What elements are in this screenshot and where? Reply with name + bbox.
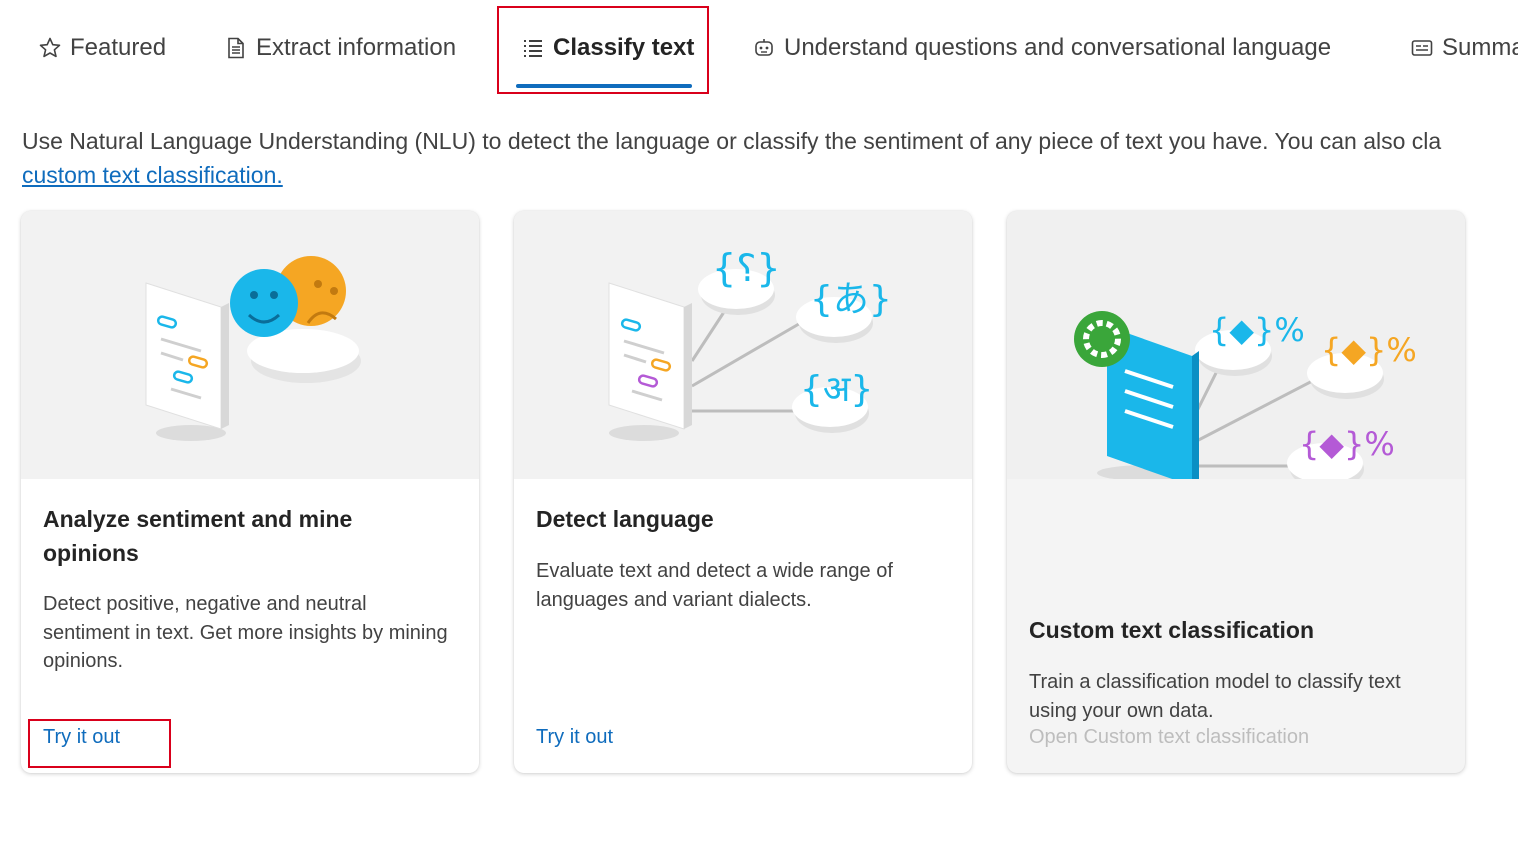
tab-featured[interactable]: Featured bbox=[38, 30, 166, 66]
tab-bar: Featured Extract information Classify te… bbox=[0, 0, 1518, 95]
card-analyze-sentiment: Analyze sentiment and mine opinions Dete… bbox=[21, 211, 479, 773]
try-it-out-link[interactable]: Try it out bbox=[536, 726, 613, 749]
card-detect-language: {؟} {あ} {अ} Detect language Evaluate tex… bbox=[514, 211, 972, 773]
svg-text:{あ}: {あ} bbox=[810, 279, 892, 320]
svg-text:{◆}%: {◆}% bbox=[1321, 331, 1417, 369]
tab-summarize[interactable]: Summa bbox=[1410, 30, 1518, 66]
tab-label: Summa bbox=[1442, 34, 1518, 61]
svg-text:{؟}: {؟} bbox=[712, 246, 781, 290]
language-detection-illustration: {؟} {あ} {अ} bbox=[514, 211, 972, 479]
tab-extract-information[interactable]: Extract information bbox=[224, 30, 456, 66]
tab-understand-questions[interactable]: Understand questions and conversational … bbox=[752, 30, 1331, 66]
document-icon bbox=[224, 36, 248, 60]
card-title: Detect language bbox=[536, 506, 714, 532]
card-title: Analyze sentiment and mine opinions bbox=[43, 506, 353, 566]
open-custom-text-classification-link[interactable]: Open Custom text classification bbox=[1029, 726, 1309, 749]
custom-text-classification-link[interactable]: custom text classification. bbox=[22, 162, 283, 188]
intro-description: Use Natural Language Understanding (NLU)… bbox=[22, 128, 1442, 154]
summary-icon bbox=[1410, 36, 1434, 60]
card-description: Train a classification model to classify… bbox=[1029, 671, 1401, 722]
tab-label: Featured bbox=[70, 34, 167, 61]
intro-text: Use Natural Language Understanding (NLU)… bbox=[22, 124, 1518, 192]
svg-text:{◆}%: {◆}% bbox=[1299, 425, 1395, 463]
custom-classification-illustration: {◆}% {◆}% {◆}% bbox=[1007, 211, 1465, 489]
highlight-box-try-it-out bbox=[28, 719, 171, 768]
svg-text:{अ}: {अ} bbox=[800, 369, 873, 410]
svg-text:{◆}%: {◆}% bbox=[1209, 311, 1305, 349]
chat-bot-icon bbox=[752, 36, 776, 60]
card-title: Custom text classification bbox=[1029, 617, 1315, 643]
card-description: Evaluate text and detect a wide range of… bbox=[536, 560, 893, 611]
sentiment-illustration bbox=[21, 211, 479, 479]
card-description: Detect positive, negative and neutral se… bbox=[43, 593, 448, 672]
tab-label: Extract information bbox=[256, 34, 457, 61]
highlight-box-tab bbox=[497, 6, 709, 94]
card-custom-text-classification: {◆}% {◆}% {◆}% Custom text classificatio… bbox=[1007, 211, 1465, 773]
tab-label: Understand questions and conversational … bbox=[784, 34, 1332, 61]
star-icon bbox=[38, 36, 62, 60]
